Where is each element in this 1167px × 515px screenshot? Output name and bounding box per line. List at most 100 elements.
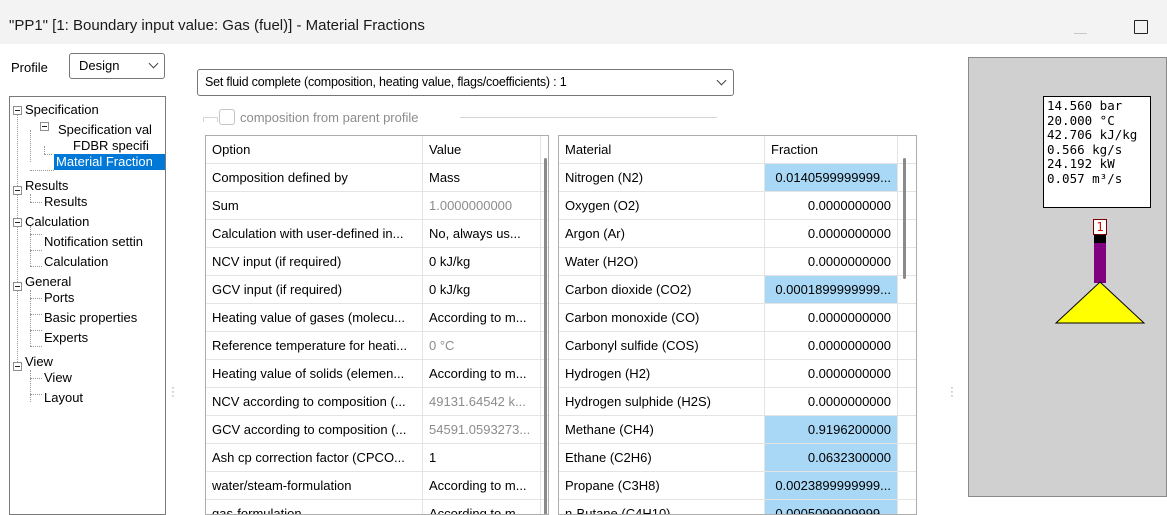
options-table-row[interactable]: gas-formulation According to m... xyxy=(206,500,548,514)
collapse-icon[interactable] xyxy=(13,218,22,227)
option-name-cell[interactable]: GCV according to composition (... xyxy=(206,416,423,443)
options-table[interactable]: Option Value Composition defined by Mass S… xyxy=(205,135,549,515)
option-value-cell[interactable]: 0 °C xyxy=(423,332,541,359)
options-table-row[interactable]: GCV according to composition (... 54591.0… xyxy=(206,416,548,444)
material-name-cell[interactable]: Carbonyl sulfide (COS) xyxy=(559,332,765,359)
material-fraction-cell[interactable]: 0.0000000000 xyxy=(765,388,898,415)
option-value-cell[interactable]: According to m... xyxy=(423,472,541,499)
tree-item-results-group[interactable]: Results xyxy=(23,178,70,194)
column-header-value[interactable]: Value xyxy=(423,136,541,163)
option-name-cell[interactable]: Reference temperature for heati... xyxy=(206,332,423,359)
materials-table[interactable]: Material Fraction Nitrogen (N2) 0.0140599… xyxy=(558,135,917,515)
material-fraction-cell[interactable]: 0.0000000000 xyxy=(765,248,898,275)
option-value-cell[interactable]: Mass xyxy=(423,164,541,191)
options-table-row[interactable]: water/steam-formulation According to m... xyxy=(206,472,548,500)
tree-item-view-group[interactable]: View xyxy=(23,354,55,370)
material-fraction-cell[interactable]: 0.0000000000 xyxy=(765,220,898,247)
materials-table-row[interactable]: Water (H2O) 0.0000000000 xyxy=(559,248,916,276)
splitter-grip-left[interactable]: · · · xyxy=(171,383,175,402)
tree-item-specification-values[interactable]: Specification val xyxy=(56,122,154,138)
material-fraction-cell[interactable]: 0.9196200000 xyxy=(765,416,898,443)
option-value-cell[interactable]: 54591.0593273... xyxy=(423,416,541,443)
options-scrollbar[interactable] xyxy=(544,158,547,514)
tree-item-layout[interactable]: Layout xyxy=(42,390,85,406)
collapse-icon[interactable] xyxy=(13,282,22,291)
parent-profile-checkbox[interactable] xyxy=(219,109,235,125)
option-value-cell[interactable]: 0 kJ/kg xyxy=(423,276,541,303)
options-table-row[interactable]: GCV input (if required) 0 kJ/kg xyxy=(206,276,548,304)
option-name-cell[interactable]: Ash cp correction factor (CPCO... xyxy=(206,444,423,471)
options-table-row[interactable]: NCV according to composition (... 49131.6… xyxy=(206,388,548,416)
options-table-row[interactable]: Heating value of solids (elemen... Accord… xyxy=(206,360,548,388)
tree-item-results[interactable]: Results xyxy=(42,194,89,210)
materials-table-row[interactable]: Argon (Ar) 0.0000000000 xyxy=(559,220,916,248)
collapse-icon[interactable] xyxy=(13,362,22,371)
collapse-icon[interactable] xyxy=(40,122,49,131)
tree-item-calculation[interactable]: Calculation xyxy=(42,254,110,270)
options-table-row[interactable]: Calculation with user-defined in... No, a… xyxy=(206,220,548,248)
material-fraction-cell[interactable]: 0.0140599999999... xyxy=(765,164,898,191)
material-name-cell[interactable]: Hydrogen (H2) xyxy=(559,360,765,387)
materials-table-row[interactable]: Ethane (C2H6) 0.0632300000 xyxy=(559,444,916,472)
tree-item-specification[interactable]: Specification xyxy=(23,102,101,118)
material-fraction-cell[interactable]: 0.0000000000 xyxy=(765,332,898,359)
materials-table-row[interactable]: n-Butane (C4H10) 0.0005099999999... xyxy=(559,500,916,514)
options-table-row[interactable]: Reference temperature for heati... 0 °C xyxy=(206,332,548,360)
material-name-cell[interactable]: Carbon monoxide (CO) xyxy=(559,304,765,331)
option-name-cell[interactable]: Calculation with user-defined in... xyxy=(206,220,423,247)
material-fraction-cell[interactable]: 0.0632300000 xyxy=(765,444,898,471)
options-table-row[interactable]: Sum 1.0000000000 xyxy=(206,192,548,220)
materials-table-row[interactable]: Carbonyl sulfide (COS) 0.0000000000 xyxy=(559,332,916,360)
options-table-row[interactable]: Composition defined by Mass xyxy=(206,164,548,192)
options-table-row[interactable]: Heating value of gases (molecu... Accordi… xyxy=(206,304,548,332)
collapse-icon[interactable] xyxy=(13,106,22,115)
maximize-icon[interactable] xyxy=(1134,20,1148,34)
option-value-cell[interactable]: 49131.64542 k... xyxy=(423,388,541,415)
option-name-cell[interactable]: NCV according to composition (... xyxy=(206,388,423,415)
option-value-cell[interactable]: According to m... xyxy=(423,500,541,514)
material-name-cell[interactable]: Methane (CH4) xyxy=(559,416,765,443)
option-value-cell[interactable]: According to m... xyxy=(423,360,541,387)
navigation-tree[interactable]: Specification Specification val FDBR spe… xyxy=(9,96,166,515)
option-name-cell[interactable]: GCV input (if required) xyxy=(206,276,423,303)
materials-table-row[interactable]: Carbon monoxide (CO) 0.0000000000 xyxy=(559,304,916,332)
tree-item-ports[interactable]: Ports xyxy=(42,290,76,306)
option-name-cell[interactable]: Heating value of gases (molecu... xyxy=(206,304,423,331)
option-value-cell[interactable]: 1.0000000000 xyxy=(423,192,541,219)
option-name-cell[interactable]: water/steam-formulation xyxy=(206,472,423,499)
tree-item-general-group[interactable]: General xyxy=(23,274,73,290)
minimize-icon[interactable] xyxy=(1074,33,1087,34)
materials-table-row[interactable]: Methane (CH4) 0.9196200000 xyxy=(559,416,916,444)
column-header-material[interactable]: Material xyxy=(559,136,765,163)
option-name-cell[interactable]: Heating value of solids (elemen... xyxy=(206,360,423,387)
material-name-cell[interactable]: Oxygen (O2) xyxy=(559,192,765,219)
option-name-cell[interactable]: Composition defined by xyxy=(206,164,423,191)
materials-table-row[interactable]: Propane (C3H8) 0.0023899999999... xyxy=(559,472,916,500)
materials-table-row[interactable]: Oxygen (O2) 0.0000000000 xyxy=(559,192,916,220)
material-name-cell[interactable]: Propane (C3H8) xyxy=(559,472,765,499)
options-table-row[interactable]: Ash cp correction factor (CPCO... 1 xyxy=(206,444,548,472)
materials-table-row[interactable]: Carbon dioxide (CO2) 0.0001899999999... xyxy=(559,276,916,304)
material-fraction-cell[interactable]: 0.0005099999999... xyxy=(765,500,898,514)
option-value-cell[interactable]: 1 xyxy=(423,444,541,471)
column-header-fraction[interactable]: Fraction xyxy=(765,136,898,163)
material-name-cell[interactable]: Ethane (C2H6) xyxy=(559,444,765,471)
tree-item-notification-settings[interactable]: Notification settin xyxy=(42,234,145,250)
materials-scrollbar[interactable] xyxy=(903,158,906,279)
option-value-cell[interactable]: According to m... xyxy=(423,304,541,331)
option-name-cell[interactable]: NCV input (if required) xyxy=(206,248,423,275)
fluid-set-select[interactable]: Set fluid complete (composition, heating… xyxy=(197,69,734,96)
option-name-cell[interactable]: gas-formulation xyxy=(206,500,423,514)
material-name-cell[interactable]: Water (H2O) xyxy=(559,248,765,275)
material-name-cell[interactable]: n-Butane (C4H10) xyxy=(559,500,765,514)
tree-item-calculation-group[interactable]: Calculation xyxy=(23,214,91,230)
material-fraction-cell[interactable]: 0.0000000000 xyxy=(765,360,898,387)
materials-table-row[interactable]: Nitrogen (N2) 0.0140599999999... xyxy=(559,164,916,192)
tree-item-view[interactable]: View xyxy=(42,370,74,386)
material-fraction-cell[interactable]: 0.0000000000 xyxy=(765,304,898,331)
material-name-cell[interactable]: Hydrogen sulphide (H2S) xyxy=(559,388,765,415)
column-header-option[interactable]: Option xyxy=(206,136,423,163)
tree-item-basic-properties[interactable]: Basic properties xyxy=(42,310,139,326)
option-value-cell[interactable]: No, always us... xyxy=(423,220,541,247)
options-table-row[interactable]: NCV input (if required) 0 kJ/kg xyxy=(206,248,548,276)
